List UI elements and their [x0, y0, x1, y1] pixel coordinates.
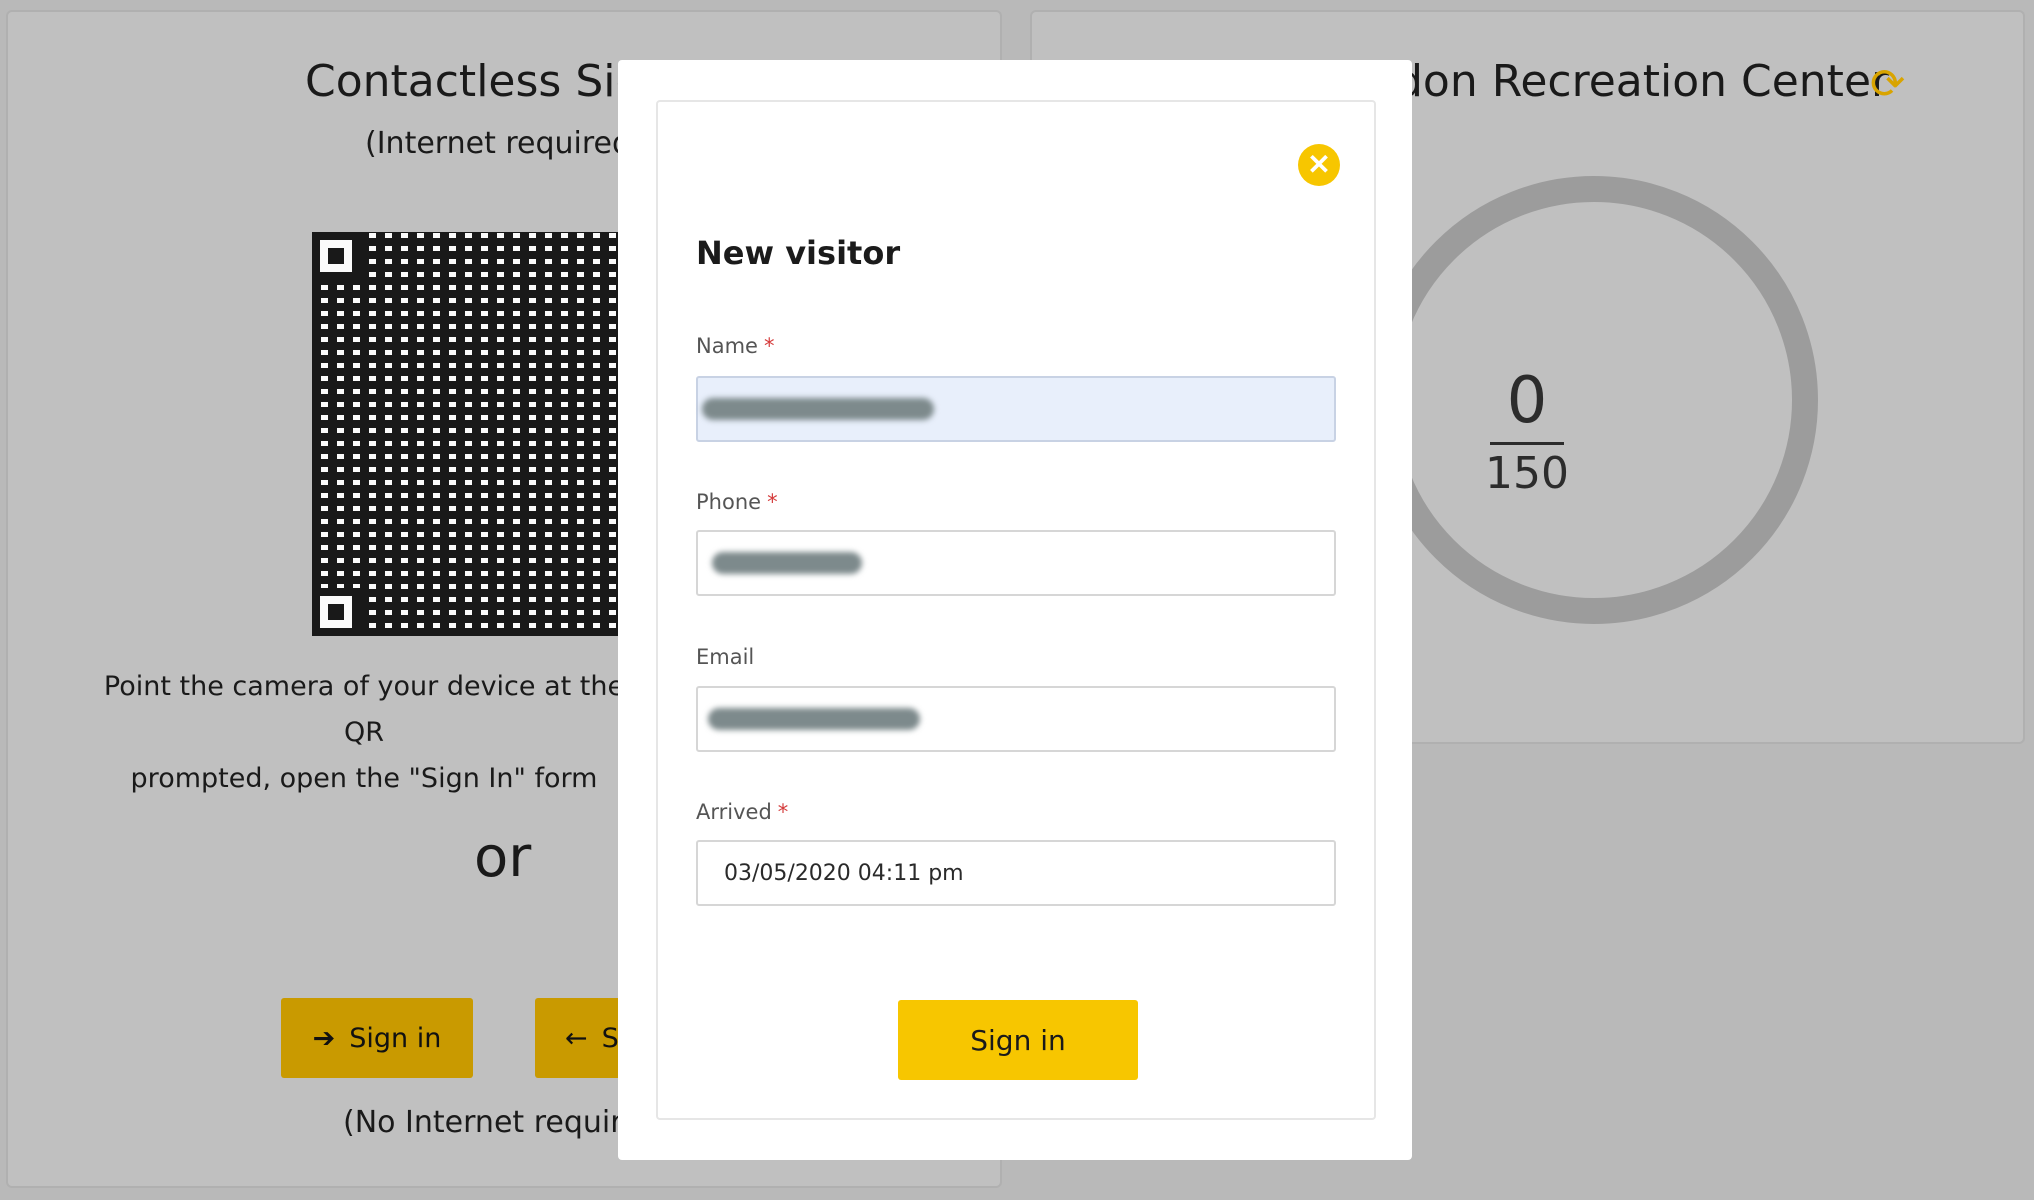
modal-card: ✕ New visitor Name * Phone * Email Arrived… — [656, 100, 1376, 1120]
qr-code — [312, 232, 624, 636]
qr-instructions: Point the camera of your device at the Q… — [84, 664, 644, 802]
qr-finder-pattern — [312, 232, 360, 280]
no-internet-note: (No Internet requir — [343, 1105, 623, 1140]
required-marker: * — [763, 334, 775, 358]
internet-required-note: (Internet required — [365, 126, 632, 161]
sign-out-button[interactable]: ← Si — [535, 998, 626, 1078]
or-divider: or — [474, 825, 532, 890]
close-icon: ✕ — [1307, 149, 1331, 180]
occupancy-gauge — [1370, 176, 1818, 624]
instructions-line-1: Point the camera of your device at the Q… — [103, 671, 625, 748]
close-modal-button[interactable]: ✕ — [1298, 144, 1340, 186]
redacted-email — [708, 708, 920, 730]
modal-title: New visitor — [696, 234, 901, 272]
arrow-right-icon: ➔ — [312, 1022, 336, 1054]
new-visitor-modal: ✕ New visitor Name * Phone * Email Arrived… — [618, 60, 1412, 1160]
arrow-left-icon: ← — [565, 1022, 588, 1054]
max-capacity: 150 — [1485, 448, 1569, 499]
current-occupancy: 0 — [1506, 364, 1548, 438]
refresh-icon[interactable]: ⟳ — [1870, 63, 1910, 105]
submit-sign-in-button[interactable]: Sign in — [898, 1000, 1138, 1080]
instructions-line-2: prompted, open the "Sign In" form — [130, 763, 598, 794]
sign-in-button[interactable]: ➔ Sign in — [281, 998, 473, 1078]
location-title: don Recreation Center — [1395, 56, 1890, 107]
required-marker: * — [777, 800, 789, 824]
required-marker: * — [767, 490, 778, 514]
name-label: Name * — [696, 334, 775, 358]
redacted-phone — [712, 552, 862, 574]
redacted-name — [702, 398, 934, 420]
sign-in-label: Sign in — [349, 1022, 442, 1054]
arrived-datetime-input[interactable] — [696, 840, 1336, 906]
phone-label: Phone * — [696, 490, 778, 514]
fraction-line — [1490, 442, 1564, 445]
email-label: Email — [696, 645, 755, 669]
contactless-title: Contactless Sig — [305, 56, 644, 107]
arrived-label: Arrived * — [696, 800, 789, 824]
qr-finder-pattern — [312, 588, 360, 636]
